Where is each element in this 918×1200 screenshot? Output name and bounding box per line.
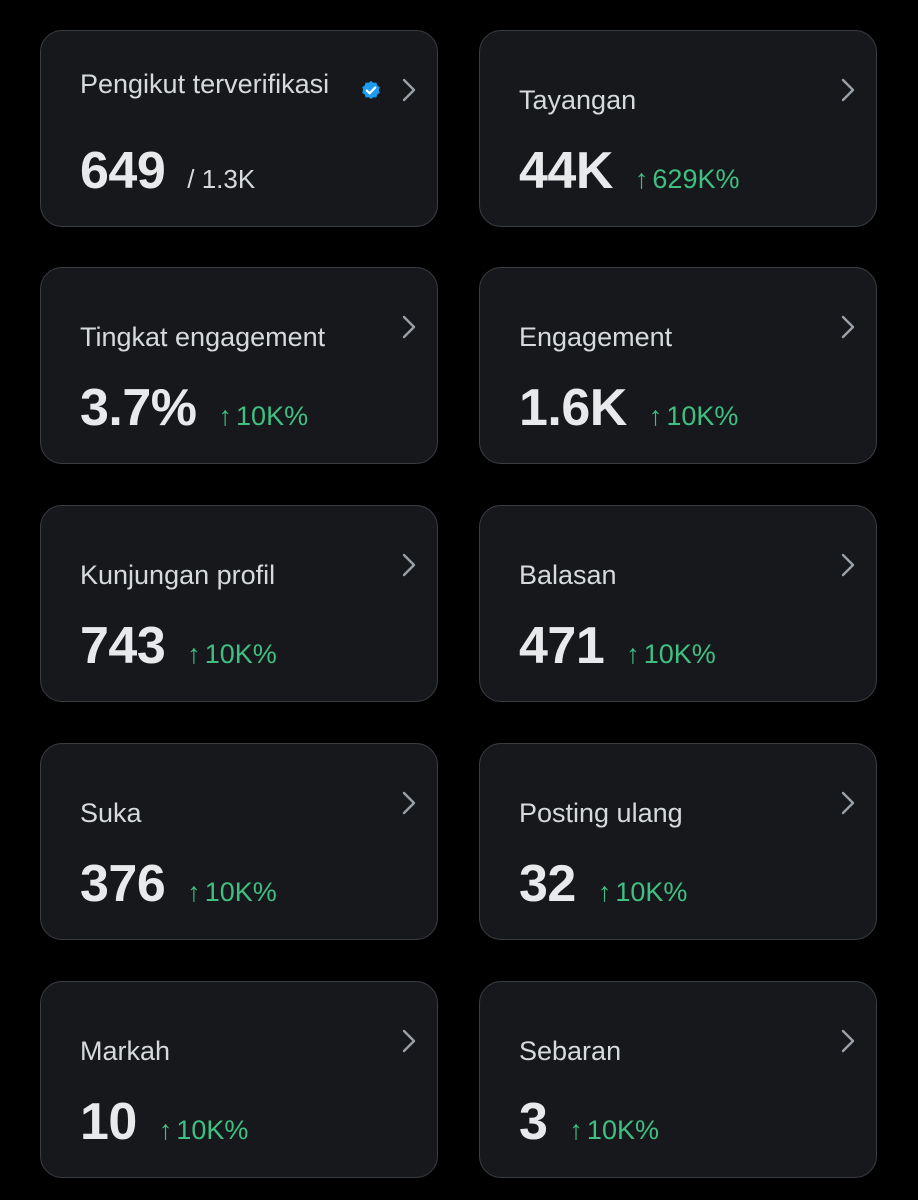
arrow-up-icon: ↑ (218, 401, 233, 431)
metric-card-engagement[interactable]: Engagement 1.6K ↑ 10K% (479, 267, 877, 464)
card-label: Kunjungan profil (80, 560, 276, 590)
chevron-right-icon (841, 791, 855, 815)
card-label: Pengikut terverifikasi (80, 69, 330, 99)
value-row: 32 ↑ 10K% (519, 854, 687, 914)
metric-card-verified-followers[interactable]: Pengikut terverifikasi 649 / 1.3K (40, 30, 438, 227)
metric-card-shares[interactable]: Sebaran 3 ↑ 10K% (479, 981, 877, 1178)
metric-value: 376 (80, 855, 166, 913)
chevron-right-icon (841, 1029, 855, 1053)
arrow-up-icon: ↑ (634, 164, 649, 194)
metric-card-views[interactable]: Tayangan 44K ↑ 629K% (479, 30, 877, 227)
value-row: 3 ↑ 10K% (519, 1092, 659, 1152)
value-row: 743 ↑ 10K% (80, 616, 277, 676)
metric-value: 1.6K (519, 379, 627, 437)
metric-card-bookmarks[interactable]: Markah 10 ↑ 10K% (40, 981, 438, 1178)
change-value: 10K% (176, 1115, 249, 1145)
change-value: 10K% (204, 877, 277, 907)
metric-value: 743 (80, 617, 166, 675)
arrow-up-icon: ↑ (187, 639, 201, 669)
chevron-right-icon (402, 78, 416, 102)
chevron-right-icon (841, 315, 855, 339)
change-value: 10K% (236, 401, 309, 431)
value-row: 376 ↑ 10K% (80, 854, 277, 914)
change-indicator: ↑ 10K% (187, 877, 277, 908)
metric-value: 3.7% (80, 379, 197, 437)
metric-total: / 1.3K (187, 164, 256, 194)
metric-value: 3 (519, 1093, 548, 1151)
card-label: Tingkat engagement (80, 322, 326, 352)
chevron-right-icon (841, 553, 855, 577)
arrow-up-icon: ↑ (187, 877, 201, 907)
value-row: 10 ↑ 10K% (80, 1092, 248, 1152)
chevron-right-icon (402, 1029, 416, 1053)
metric-card-likes[interactable]: Suka 376 ↑ 10K% (40, 743, 438, 940)
arrow-up-icon: ↑ (626, 639, 640, 669)
change-indicator: ↑ 10K% (219, 401, 309, 432)
arrow-up-icon: ↑ (597, 877, 612, 907)
card-label: Sebaran (519, 1036, 622, 1066)
change-value: 10K% (586, 1115, 659, 1145)
metric-value: 10 (80, 1093, 137, 1151)
change-value: 10K% (204, 639, 277, 669)
card-label: Engagement (519, 322, 673, 352)
change-value: 629K% (652, 164, 740, 194)
card-label: Tayangan (519, 85, 637, 115)
arrow-up-icon: ↑ (569, 1115, 583, 1145)
change-indicator: ↑ 10K% (649, 401, 739, 432)
change-indicator: ↑ 10K% (159, 1115, 249, 1146)
chevron-right-icon (402, 553, 416, 577)
verified-badge-icon (362, 81, 380, 99)
value-row: 1.6K ↑ 10K% (519, 378, 738, 438)
value-row: 649 / 1.3K (80, 141, 255, 201)
chevron-right-icon (402, 315, 416, 339)
metric-card-profile-visits[interactable]: Kunjungan profil 743 ↑ 10K% (40, 505, 438, 702)
change-value: 10K% (666, 401, 739, 431)
metric-value: 471 (519, 617, 605, 675)
metric-value: 32 (519, 855, 576, 913)
card-label: Suka (80, 798, 142, 828)
change-indicator: ↑ 10K% (569, 1115, 659, 1146)
change-indicator: ↑ 10K% (187, 639, 277, 670)
card-label: Balasan (519, 560, 617, 590)
arrow-up-icon: ↑ (648, 401, 663, 431)
change-value: 10K% (643, 639, 716, 669)
value-row: 44K ↑ 629K% (519, 141, 739, 201)
change-indicator: ↑ 629K% (635, 164, 740, 195)
chevron-right-icon (841, 78, 855, 102)
metric-card-reposts[interactable]: Posting ulang 32 ↑ 10K% (479, 743, 877, 940)
value-row: 3.7% ↑ 10K% (80, 378, 308, 438)
change-indicator: ↑ 10K% (626, 639, 716, 670)
chevron-right-icon (402, 791, 416, 815)
card-label: Markah (80, 1036, 171, 1066)
metric-card-replies[interactable]: Balasan 471 ↑ 10K% (479, 505, 877, 702)
metric-value: 649 (80, 142, 166, 200)
change-indicator: ↑ 10K% (598, 877, 688, 908)
metric-value: 44K (519, 142, 613, 200)
change-value: 10K% (615, 877, 688, 907)
card-label: Posting ulang (519, 798, 683, 828)
metric-card-engagement-rate[interactable]: Tingkat engagement 3.7% ↑ 10K% (40, 267, 438, 464)
arrow-up-icon: ↑ (158, 1115, 173, 1145)
value-row: 471 ↑ 10K% (519, 616, 716, 676)
